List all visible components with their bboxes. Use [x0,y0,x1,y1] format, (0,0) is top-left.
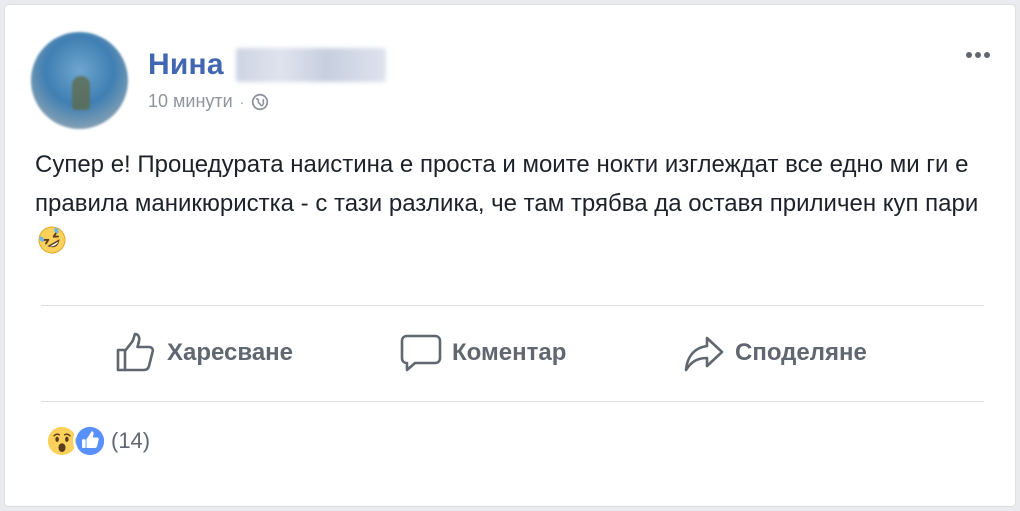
rolling-on-floor-laughing-emoji [37,225,67,255]
reaction-count: (14) [111,428,151,453]
like-button[interactable]: Харесване [113,330,293,376]
more-options-button[interactable] [961,43,995,67]
comment-button[interactable]: Коментар [398,330,566,376]
avatar-figure [71,75,90,110]
author-row: Нина [148,45,386,85]
divider [41,401,984,402]
post-body: Супер е! Процедурата наистина е проста и… [35,146,985,262]
like-label: Харесване [167,339,294,366]
post-meta: 10 минути · [148,91,269,112]
avatar[interactable] [31,32,128,129]
share-button[interactable]: Споделяне [681,330,867,376]
reactions-summary[interactable]: (14) [45,421,150,461]
share-arrow-icon [684,336,724,372]
share-label: Споделяне [735,339,867,366]
post-text: Супер е! Процедурата наистина е проста и… [35,151,979,217]
post-card: Нина 10 минути · Супер е! Процедурата на… [4,4,1016,507]
author-name[interactable]: Нина [148,48,224,82]
ellipsis-icon [966,52,990,58]
speech-bubble-icon [400,334,442,372]
globe-icon[interactable] [251,93,269,111]
meta-separator: · [239,93,245,110]
blurred-surname [235,48,386,82]
timestamp[interactable]: 10 минути [148,91,233,112]
comment-label: Коментар [452,339,567,366]
like-reaction-icon [73,424,107,458]
thumbs-up-icon [116,332,155,372]
divider [41,305,984,306]
